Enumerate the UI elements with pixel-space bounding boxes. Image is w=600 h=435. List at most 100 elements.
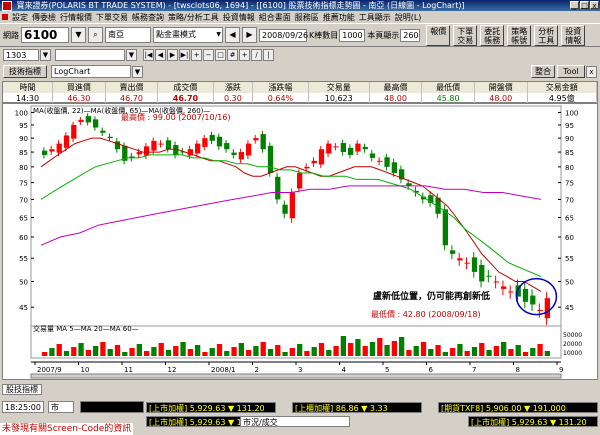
close-panel-icon[interactable]: x [586, 65, 597, 78]
index-dropdown-icon[interactable]: ▼ [40, 49, 51, 61]
report-button[interactable]: 報價 [426, 24, 451, 46]
volume-bar [180, 342, 186, 356]
mode-select[interactable]: 點金畫模式 [153, 27, 223, 43]
otc-index-quote[interactable]: [上櫃加權] 86.86 ▼ 3.33 [292, 402, 422, 413]
market-combo[interactable]: 市 [48, 401, 74, 413]
code-dropdown-icon[interactable]: ▼ [71, 27, 86, 43]
search-icon[interactable]: ⌕ [88, 27, 103, 43]
volume-bar [158, 343, 164, 356]
stock-code-input[interactable]: 6100 [21, 27, 69, 43]
info-button[interactable]: 投資情報 [561, 24, 586, 46]
volume-bar [282, 352, 288, 356]
menu-combo[interactable]: 組合畫面 [257, 12, 293, 23]
menu-service[interactable]: 服務區 [293, 12, 321, 23]
candle [544, 298, 550, 319]
x-tick-label: 2 [255, 366, 259, 374]
date-field[interactable]: 2008/09/26 [259, 28, 308, 42]
chart-type-field[interactable]: LogChart [51, 65, 131, 78]
quote-col-header: 買進價 [52, 82, 106, 93]
volume-bar [93, 346, 99, 356]
quote-col-header: 漲跌幅 [252, 82, 309, 93]
low-price-label: 最低價 : 42.80 (2008/09/18) [371, 309, 481, 319]
order-button[interactable]: 下單交易 [453, 24, 478, 46]
menu-tool-display[interactable]: 工具顯示 [357, 12, 393, 23]
analysis-button[interactable]: 分析工具 [534, 24, 559, 46]
first-icon[interactable]: |◀ [143, 49, 154, 61]
menu-order-check[interactable]: 傳委檢 [30, 12, 58, 23]
market-status-tab[interactable]: 市況/成交 [240, 416, 350, 427]
candle [195, 143, 201, 154]
dropdown-icon[interactable]: ▼ [126, 49, 137, 61]
volume-bar [355, 339, 361, 356]
stock-chart[interactable]: 100 10095 9590 9085 8580 8075 7570 7065 6560 6055… [3, 104, 597, 379]
system-menu-icon[interactable] [2, 14, 8, 20]
maximize-button[interactable]: □ [580, 1, 589, 10]
zoom-out-icon[interactable]: − [203, 49, 214, 61]
candle [275, 176, 281, 200]
menu-info[interactable]: 投資情報 [221, 12, 257, 23]
candle [144, 146, 150, 156]
y-tick-label: 80 [19, 164, 28, 172]
candle [85, 116, 91, 123]
candle [216, 136, 223, 147]
chart-type-dropdown-icon[interactable]: ▼ [132, 65, 143, 78]
menu-settings[interactable]: 設定 [10, 12, 30, 23]
candle [464, 262, 470, 264]
zoom-in-icon[interactable]: + [191, 49, 202, 61]
menu-help[interactable]: 說明(L) [393, 12, 424, 23]
volume-bar [522, 352, 529, 356]
volume-bar [78, 343, 84, 356]
index-code-field[interactable]: 1303 [3, 49, 39, 61]
bar-icon[interactable]: | [263, 49, 274, 61]
next-page-icon[interactable]: ▶ [167, 49, 178, 61]
chart-panel[interactable]: 100 100 95 95 90 90 85 85 80 80 75 75 70 70 65 65 60 60 55… [2, 103, 598, 380]
indicator-tab[interactable]: 股技指標 [2, 384, 42, 395]
menu-quotes[interactable]: 行情報價 [58, 12, 94, 23]
indicator-button[interactable]: 技術指標 [3, 65, 47, 78]
tse-index-quote[interactable]: [上市加權] 5,929.63 ▼ 131.20 [146, 402, 276, 413]
y-tick-label: 50 [19, 278, 28, 286]
tool-button[interactable]: Tool [557, 65, 585, 78]
volume-bar [428, 349, 434, 356]
menu-strategy[interactable]: 策略/分析工具 [166, 12, 221, 23]
volume-bar [42, 352, 48, 356]
param-field[interactable] [55, 49, 125, 61]
candle [326, 143, 332, 154]
close-button[interactable]: x [590, 1, 599, 10]
menu-trade[interactable]: 下單交易 [94, 12, 130, 23]
volume-bar [435, 345, 441, 356]
prev-icon[interactable]: ◀ [225, 27, 240, 43]
app-icon [2, 1, 12, 11]
volume-bar [530, 348, 536, 356]
candle [304, 166, 310, 169]
volume-bar [224, 351, 230, 356]
last-icon[interactable]: ▶| [179, 49, 190, 61]
volume-bar [333, 346, 339, 356]
quote-col-header: 開盤價 [474, 82, 528, 93]
x-tick-label: 2008/1 [211, 366, 236, 374]
y-tick-label: 75 [565, 180, 574, 188]
minimize-button[interactable]: _ [570, 1, 579, 10]
entrust-button[interactable]: 委託帳務 [480, 24, 505, 46]
candle [450, 250, 456, 254]
box-icon[interactable]: □ [215, 49, 226, 61]
next-icon[interactable]: ▶ [242, 27, 257, 43]
volume-bar [420, 342, 427, 356]
candle [253, 138, 259, 141]
prev-page-icon[interactable]: ◀ [155, 49, 166, 61]
strategy-button[interactable]: 策略帳號 [507, 24, 532, 46]
display-count-field[interactable]: 260 [400, 28, 421, 42]
cross-icon[interactable]: + [239, 49, 250, 61]
tse-index-quote-3[interactable]: [上市加權] 5,929.63 ▼ 131.20 [468, 416, 598, 427]
stock-name-field[interactable]: 南亞 [105, 27, 151, 43]
merge-button[interactable]: 整合 [531, 65, 555, 78]
menu-account[interactable]: 帳務查詢 [130, 12, 166, 23]
volume-bar [391, 341, 397, 356]
x-tick-label: 6 [429, 366, 434, 374]
kline-count-field[interactable]: 1000 [339, 28, 366, 42]
futures-quote[interactable]: [期貨TXF8] 5,906.00 ▼ 191.000 [438, 402, 598, 413]
volume-bar [318, 343, 325, 356]
line-icon[interactable]: / [251, 49, 262, 61]
menu-recommend[interactable]: 推薦功能 [321, 12, 357, 23]
grid-icon[interactable]: # [227, 49, 238, 61]
